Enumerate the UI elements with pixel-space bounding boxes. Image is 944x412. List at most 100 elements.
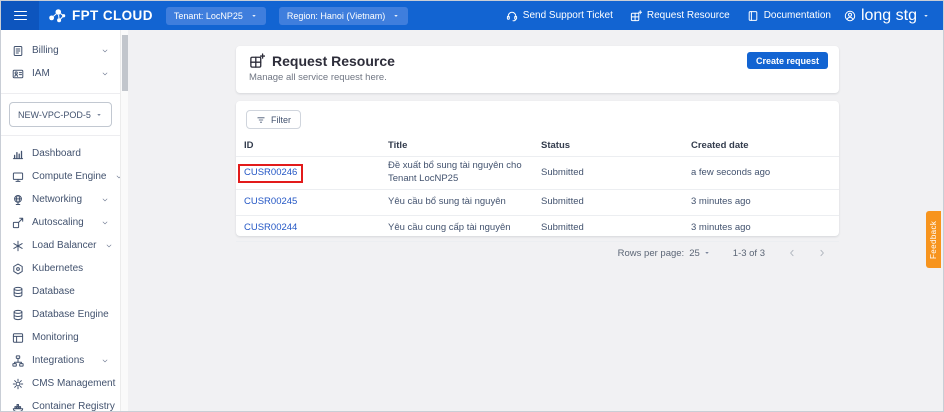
topbar-link-request-resource[interactable]: Request Resource: [630, 10, 730, 22]
table-row: CUSR00246 Đề xuất bổ sung tài nguyên cho…: [236, 157, 839, 190]
sidebar-item-autoscaling[interactable]: Autoscaling: [1, 211, 120, 234]
sidebar-item-cms-management[interactable]: CMS Management: [1, 372, 120, 395]
caret-down-icon: [95, 111, 103, 119]
page-header-card: Request Resource Manage all service requ…: [236, 46, 839, 93]
sidebar-item-label: IAM: [32, 68, 50, 79]
chevron-down-icon: [101, 70, 109, 78]
sidebar-item-networking[interactable]: Networking: [1, 188, 120, 211]
topbar-link-send-support-ticket[interactable]: Send Support Ticket: [506, 10, 613, 22]
hamburger-menu-button[interactable]: [1, 1, 39, 30]
request-id-link[interactable]: CUSR00245: [238, 193, 303, 212]
tenant-selector[interactable]: Tenant: LocNP25: [166, 7, 266, 25]
chevron-down-icon: [101, 219, 109, 227]
rows-per-page-select[interactable]: 25: [689, 248, 711, 259]
integrations-icon: [12, 355, 24, 367]
monitoring-icon: [12, 332, 24, 344]
create-request-button[interactable]: Create request: [747, 52, 828, 69]
column-header-status: Status: [541, 138, 691, 157]
chevron-down-icon: [101, 196, 109, 204]
sidebar-item-label: CMS Management: [32, 378, 115, 389]
region-selector-label: Region: Hanoi (Vietnam): [287, 11, 385, 21]
sidebar-item-load-balancer[interactable]: Load Balancer: [1, 234, 120, 257]
table-body: CUSR00246 Đề xuất bổ sung tài nguyên cho…: [236, 157, 839, 241]
sidebar-item-label: Database Engine: [32, 309, 109, 320]
filter-button[interactable]: Filter: [246, 110, 301, 129]
sidebar-item-kubernetes[interactable]: Kubernetes: [1, 257, 120, 280]
globe-icon: [12, 194, 24, 206]
feedback-tab[interactable]: Feedback: [926, 211, 941, 268]
column-header-id: ID: [238, 138, 388, 157]
column-header-title: Title: [388, 138, 541, 157]
request-resource-icon: [249, 53, 265, 69]
sidebar-item-label: Dashboard: [32, 148, 81, 159]
page-subtitle: Manage all service request here.: [249, 72, 826, 83]
sidebar-item-integrations[interactable]: Integrations: [1, 349, 120, 372]
fpt-cloud-logo: FPT CLOUD: [48, 8, 153, 24]
logo-text: FPT CLOUD: [72, 8, 153, 23]
request-table-card: Filter ID Title Status Created date CUSR…: [236, 101, 839, 236]
sidebar-item-database[interactable]: Database: [1, 280, 120, 303]
sidebar-item-dashboard[interactable]: Dashboard: [1, 142, 120, 165]
billing-icon: [12, 45, 24, 57]
sidebar-item-label: Database: [32, 286, 75, 297]
sidebar-item-label: Monitoring: [32, 332, 79, 343]
caret-down-icon: [703, 249, 711, 257]
cms-icon: [12, 378, 24, 390]
column-header-created-date: Created date: [691, 138, 829, 157]
chart-icon: [12, 148, 24, 160]
user-menu[interactable]: long stg: [844, 7, 943, 25]
previous-page-button[interactable]: [787, 248, 797, 258]
user-name: long stg: [861, 7, 917, 25]
grid-plus-icon: [630, 10, 642, 22]
request-id-link[interactable]: CUSR00244: [238, 219, 303, 238]
sidebar-item-iam[interactable]: IAM: [1, 62, 120, 85]
rows-per-page-label: Rows per page:: [618, 248, 685, 259]
topbar-link-label: Request Resource: [647, 10, 730, 21]
topbar-link-label: Documentation: [764, 10, 831, 21]
pagination: Rows per page: 25 1-3 of 3: [236, 242, 839, 259]
container-icon: [12, 401, 24, 412]
loadbalancer-icon: [12, 240, 24, 252]
sidebar-item-billing[interactable]: Billing: [1, 39, 120, 62]
chevron-down-icon: [105, 242, 113, 250]
book-icon: [747, 10, 759, 22]
filter-button-label: Filter: [271, 115, 291, 125]
vpc-selector[interactable]: NEW-VPC-POD-5: [9, 102, 112, 127]
sidebar-item-label: Load Balancer: [32, 240, 97, 251]
kubernetes-icon: [12, 263, 24, 275]
created-date: 3 minutes ago: [691, 193, 829, 212]
request-title: Đề xuất bổ sung tài nguyên cho Tenant Lo…: [388, 157, 541, 189]
topbar-link-documentation[interactable]: Documentation: [747, 10, 831, 22]
sidebar-divider: [1, 93, 120, 94]
sidebar-scrollbar: [120, 30, 128, 411]
request-id-link[interactable]: CUSR00246: [238, 164, 303, 183]
sidebar-divider: [1, 135, 120, 136]
topbar-actions: Send Support Ticket Request Resource Doc…: [506, 10, 844, 22]
database-icon: [12, 309, 24, 321]
chevron-down-icon: [101, 47, 109, 55]
request-title: Yêu cầu bổ sung tài nguyên: [388, 193, 541, 212]
filter-icon: [256, 115, 266, 125]
iam-icon: [12, 68, 24, 80]
status-badge: Submitted: [541, 164, 691, 183]
headset-icon: [506, 10, 518, 22]
user-icon: [844, 10, 856, 22]
sidebar-item-database-engine[interactable]: Database Engine: [1, 303, 120, 326]
topbar: FPT CLOUD Tenant: LocNP25 Region: Hanoi …: [1, 1, 943, 30]
fpt-cloud-console: FPT CLOUD Tenant: LocNP25 Region: Hanoi …: [0, 0, 944, 412]
table-row: CUSR00245 Yêu cầu bổ sung tài nguyên Sub…: [236, 190, 839, 216]
database-icon: [12, 286, 24, 298]
table-row: CUSR00244 Yêu cầu cung cấp tài nguyên Su…: [236, 216, 839, 242]
sidebar-scrollbar-thumb[interactable]: [122, 35, 128, 91]
region-selector[interactable]: Region: Hanoi (Vietnam): [279, 7, 408, 25]
sidebar-item-monitoring[interactable]: Monitoring: [1, 326, 120, 349]
sidebar-item-container-registry[interactable]: Container Registry: [1, 395, 120, 412]
next-page-button[interactable]: [817, 248, 827, 258]
created-date: 3 minutes ago: [691, 219, 829, 238]
sidebar-item-label: Integrations: [32, 355, 84, 366]
chevron-down-icon: [101, 357, 109, 365]
caret-down-icon: [392, 12, 400, 20]
sidebar-item-label: Container Registry: [32, 401, 115, 412]
caret-down-icon: [922, 12, 930, 20]
sidebar-item-compute-engine[interactable]: Compute Engine: [1, 165, 120, 188]
